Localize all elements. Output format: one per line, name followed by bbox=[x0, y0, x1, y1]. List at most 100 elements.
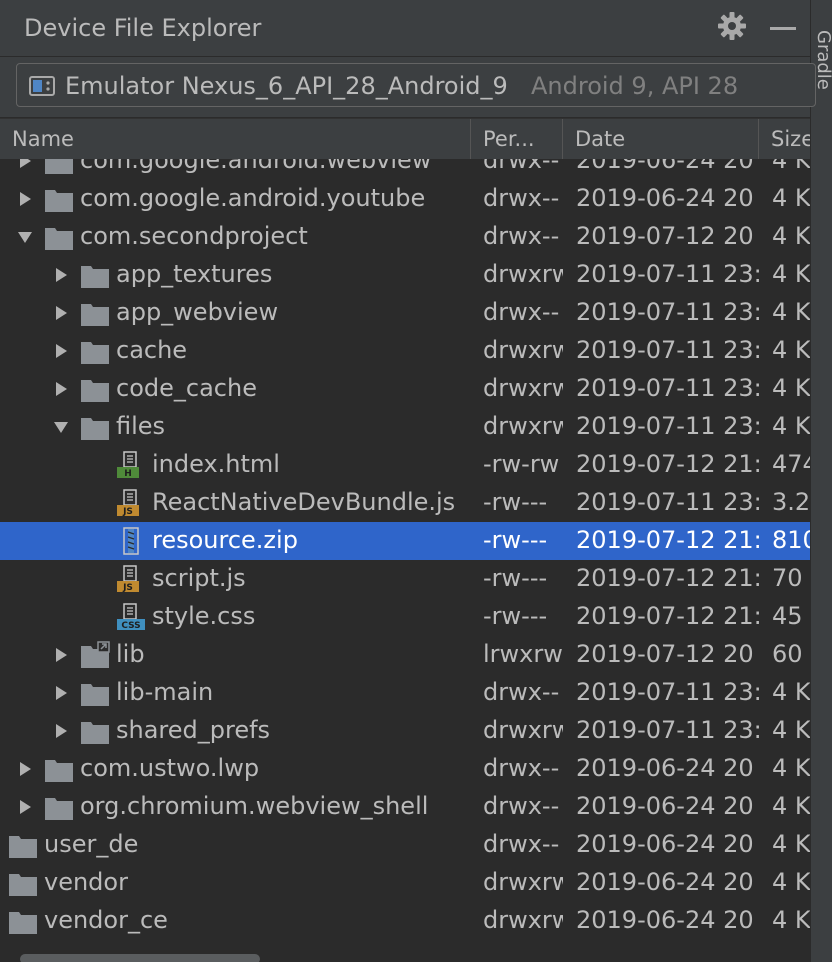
expanded-arrow-icon[interactable] bbox=[53, 419, 69, 435]
permissions-cell: -rw-rw bbox=[483, 450, 560, 478]
tree-row[interactable]: JS ReactNativeDevBundle.js -rw--- 2019-07-1… bbox=[0, 484, 810, 522]
tree-row[interactable]: com.google.android.youtube drwx-- 2019-06-… bbox=[0, 180, 810, 218]
tree-row[interactable]: code_cache drwxrw 2019-07-11 23: 4 K bbox=[0, 370, 810, 408]
date-cell: 2019-07-11 23: bbox=[576, 260, 760, 288]
size-cell: 4 K bbox=[772, 159, 810, 174]
tree-row[interactable]: com.secondproject drwx-- 2019-07-12 20 4 KB bbox=[0, 218, 810, 256]
file-name: ReactNativeDevBundle.js bbox=[152, 488, 456, 516]
date-cell: 2019-07-12 21: bbox=[576, 526, 760, 554]
size-cell: 4 KB bbox=[772, 222, 810, 250]
permissions-cell: drwxrw bbox=[483, 374, 563, 402]
tree-row[interactable]: Hindex.html -rw-rw 2019-07-12 21: 474 bbox=[0, 446, 810, 484]
name-cell: JS script.js bbox=[0, 560, 470, 598]
date-cell: 2019-06-24 20 bbox=[576, 792, 754, 820]
permissions-cell: drwxrw bbox=[483, 906, 563, 934]
permissions-cell: lrwxrw bbox=[483, 640, 563, 668]
tree-row[interactable]: JS script.js -rw--- 2019-07-12 21: 70 bbox=[0, 560, 810, 598]
js-file-icon: JS bbox=[117, 565, 139, 593]
css-file-icon: CSS bbox=[117, 603, 145, 631]
file-name: vendor_ce bbox=[44, 906, 168, 934]
column-header-size[interactable]: Size bbox=[759, 119, 810, 159]
file-name: app_webview bbox=[116, 298, 279, 326]
size-cell: 4 K bbox=[772, 298, 810, 326]
file-name: resource.zip bbox=[152, 526, 298, 554]
collapsed-arrow-icon[interactable] bbox=[17, 799, 33, 815]
name-cell: cache bbox=[0, 332, 470, 370]
permissions-cell: drwx-- bbox=[483, 222, 560, 250]
device-dropdown[interactable]: Emulator Nexus_6_API_28_Android_9 Androi… bbox=[16, 63, 816, 107]
svg-text:H: H bbox=[124, 469, 132, 479]
tree-row[interactable]: com.google.android.webview drwx-- 2019-06-… bbox=[0, 159, 810, 180]
column-header-permissions[interactable]: Per... bbox=[471, 119, 563, 159]
tree-row[interactable]: org.chromium.webview_shell drwx-- 2019-06-… bbox=[0, 788, 810, 826]
size-cell: 4 K bbox=[772, 412, 810, 440]
size-cell: 474 bbox=[772, 450, 810, 478]
tree-row[interactable]: user_de drwx-- 2019-06-24 20 4 K bbox=[0, 826, 810, 864]
tree-row[interactable]: com.ustwo.lwp drwx-- 2019-06-24 20 4 K bbox=[0, 750, 810, 788]
tree-row[interactable]: vendor drwxrw 2019-06-24 20 4 K bbox=[0, 864, 810, 902]
collapsed-arrow-icon[interactable] bbox=[17, 159, 33, 169]
size-cell: 4 K bbox=[772, 260, 810, 288]
tree-row[interactable]: resource.zip -rw--- 2019-07-12 21: 810 bbox=[0, 522, 810, 560]
tree-row[interactable]: vendor_ce drwxrw 2019-06-24 20 4 K bbox=[0, 902, 810, 940]
scrollbar-thumb[interactable] bbox=[20, 954, 260, 962]
collapsed-arrow-icon[interactable] bbox=[53, 647, 69, 663]
tree-row[interactable]: shared_prefs drwxrw 2019-07-11 23: 4 K bbox=[0, 712, 810, 750]
collapsed-arrow-icon[interactable] bbox=[53, 305, 69, 321]
collapsed-arrow-icon[interactable] bbox=[17, 761, 33, 777]
name-cell: resource.zip bbox=[0, 522, 470, 560]
size-cell: 4 K bbox=[772, 336, 810, 364]
minimize-icon[interactable] bbox=[770, 27, 796, 30]
date-cell: 2019-07-12 20 bbox=[576, 222, 754, 250]
collapsed-arrow-icon[interactable] bbox=[17, 191, 33, 207]
device-name: Emulator Nexus_6_API_28_Android_9 bbox=[65, 72, 508, 100]
tree-row[interactable]: app_webview drwx-- 2019-07-11 23: 4 K bbox=[0, 294, 810, 332]
html-file-icon: H bbox=[117, 451, 139, 479]
column-header-date[interactable]: Date bbox=[563, 119, 759, 159]
device-api-level: Android 9, API 28 bbox=[531, 72, 739, 100]
tree-row[interactable]: CSS style.css -rw--- 2019-07-12 21: 45 bbox=[0, 598, 810, 636]
permissions-cell: drwxrw bbox=[483, 336, 563, 364]
tree-row[interactable]: lib lrwxrw 2019-07-12 20 60 bbox=[0, 636, 810, 674]
tree-row[interactable]: files drwxrw 2019-07-11 23: 4 K bbox=[0, 408, 810, 446]
size-cell: 4 K bbox=[772, 792, 810, 820]
zip-file-icon bbox=[123, 527, 139, 555]
permissions-cell: drwx-- bbox=[483, 184, 560, 212]
gear-icon[interactable] bbox=[716, 10, 748, 42]
file-name: app_textures bbox=[116, 260, 273, 288]
file-name: org.chromium.webview_shell bbox=[80, 792, 429, 820]
name-cell: com.google.android.youtube bbox=[0, 180, 470, 218]
collapsed-arrow-icon[interactable] bbox=[53, 343, 69, 359]
file-name: script.js bbox=[152, 564, 246, 592]
column-header-name[interactable]: Name bbox=[0, 119, 471, 159]
folder-icon bbox=[81, 380, 109, 402]
size-cell: 3.2 bbox=[772, 488, 810, 516]
name-cell: vendor_ce bbox=[0, 902, 470, 940]
permissions-cell: drwx-- bbox=[483, 754, 560, 782]
tool-window-header: Device File Explorer bbox=[0, 0, 810, 57]
name-cell: com.google.android.webview bbox=[0, 159, 470, 180]
permissions-cell: drwx-- bbox=[483, 298, 560, 326]
date-cell: 2019-07-11 23: bbox=[576, 716, 760, 744]
collapsed-arrow-icon[interactable] bbox=[53, 381, 69, 397]
tree-row[interactable]: app_textures drwxrw 2019-07-11 23: 4 K bbox=[0, 256, 810, 294]
name-cell: com.secondproject bbox=[0, 218, 470, 256]
expanded-arrow-icon[interactable] bbox=[17, 229, 33, 245]
folder-icon bbox=[81, 342, 109, 364]
collapsed-arrow-icon[interactable] bbox=[53, 723, 69, 739]
size-cell: 70 bbox=[772, 564, 803, 592]
size-cell: 4 K bbox=[772, 868, 810, 896]
tree-row[interactable]: cache drwxrw 2019-07-11 23: 4 K bbox=[0, 332, 810, 370]
permissions-cell: drwxrw bbox=[483, 716, 563, 744]
folder-icon bbox=[9, 836, 37, 858]
size-cell: 60 bbox=[772, 640, 803, 668]
date-cell: 2019-06-24 20 bbox=[576, 868, 754, 896]
date-cell: 2019-07-11 23: bbox=[576, 678, 760, 706]
tree-row[interactable]: lib-main drwx-- 2019-07-11 23: 4 K bbox=[0, 674, 810, 712]
folder-link-icon bbox=[81, 641, 110, 668]
collapsed-arrow-icon[interactable] bbox=[53, 267, 69, 283]
file-name: code_cache bbox=[116, 374, 257, 402]
collapsed-arrow-icon[interactable] bbox=[53, 685, 69, 701]
horizontal-scrollbar[interactable] bbox=[0, 950, 810, 962]
permissions-cell: -rw--- bbox=[483, 564, 548, 592]
